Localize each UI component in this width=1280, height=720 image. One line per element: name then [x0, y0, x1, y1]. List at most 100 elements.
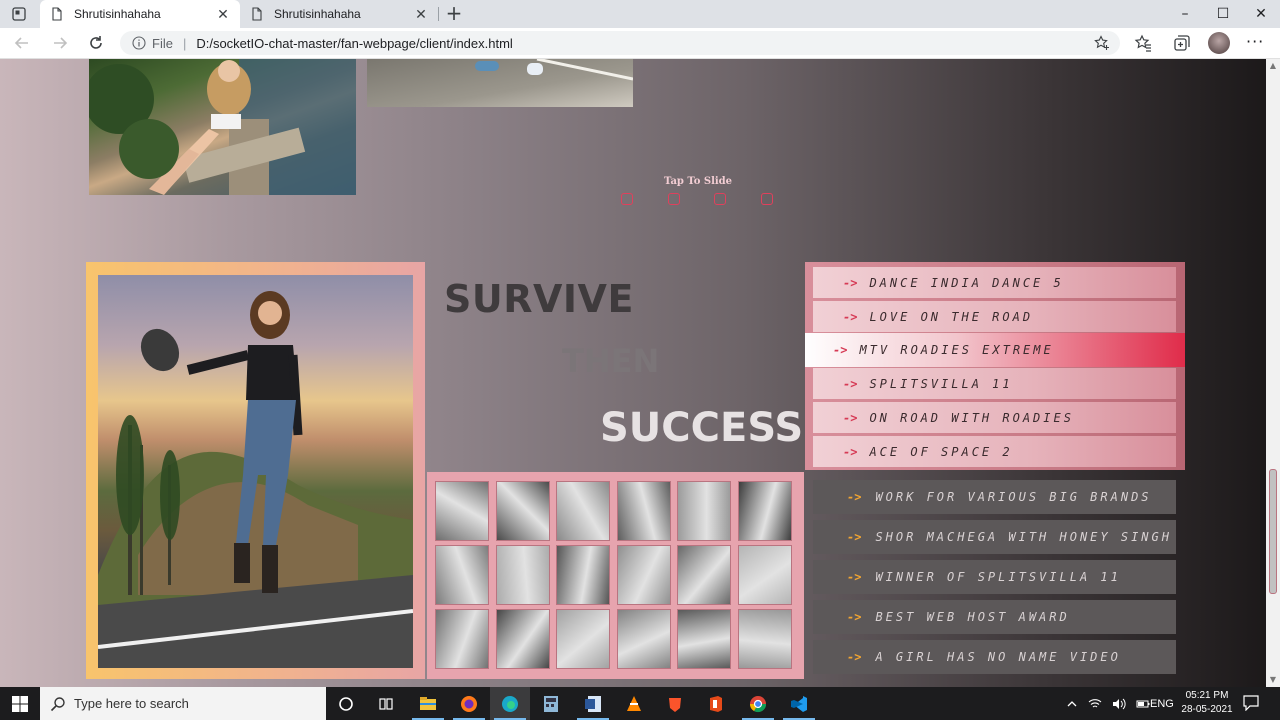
- word-icon[interactable]: [573, 687, 613, 720]
- achievement-item[interactable]: -> WORK FOR VARIOUS BIG BRANDS: [813, 480, 1176, 514]
- info-icon[interactable]: [132, 36, 146, 50]
- scroll-up-icon[interactable]: ▲: [1269, 61, 1277, 71]
- gallery-thumbnail[interactable]: [677, 545, 731, 605]
- volume-icon[interactable]: [1112, 698, 1126, 710]
- thumbnail-image: [436, 546, 488, 604]
- favorites-icon[interactable]: [1134, 34, 1152, 52]
- network-icon[interactable]: [1088, 698, 1102, 710]
- arrow-right-icon: ->: [847, 650, 862, 664]
- gallery-thumbnail[interactable]: [738, 481, 792, 541]
- show-item[interactable]: -> ON ROAD WITH ROADIES: [813, 402, 1176, 433]
- show-label: ACE OF SPACE 2: [869, 444, 1013, 459]
- document-icon: [252, 7, 262, 21]
- windows-start-icon[interactable]: [0, 687, 40, 720]
- gallery-thumbnail[interactable]: [677, 481, 731, 541]
- language-indicator[interactable]: ENG: [1150, 687, 1174, 720]
- add-favorite-icon[interactable]: [1094, 35, 1110, 51]
- tab-title: Shrutisinhahaha: [74, 7, 161, 21]
- achievement-item[interactable]: -> BEST WEB HOST AWARD: [813, 600, 1176, 634]
- headline-success: SUCCESS: [600, 405, 804, 451]
- gallery-thumbnail[interactable]: [496, 609, 550, 669]
- profile-avatar[interactable]: [1208, 32, 1230, 54]
- task-view-icon[interactable]: [366, 687, 406, 720]
- show-item[interactable]: -> ACE OF SPACE 2: [813, 436, 1176, 467]
- new-tab-button[interactable]: +: [444, 2, 464, 24]
- vscode-icon[interactable]: [779, 687, 819, 720]
- close-window-button[interactable]: ✕: [1242, 0, 1280, 28]
- chrome-icon[interactable]: [738, 687, 778, 720]
- forward-arrow-icon[interactable]: [48, 32, 72, 54]
- url-scheme: File: [152, 35, 173, 51]
- achievement-item[interactable]: -> WINNER OF SPLITSVILLA 11: [813, 560, 1176, 594]
- slider-dot-3[interactable]: [714, 193, 726, 205]
- taskbar-clock[interactable]: 05:21 PM 28-05-2021: [1176, 689, 1238, 717]
- gallery-thumbnail[interactable]: [435, 609, 489, 669]
- clock-time: 05:21 PM: [1185, 690, 1229, 701]
- url-text[interactable]: D:/socketIO-chat-master/fan-webpage/clie…: [196, 36, 512, 51]
- show-item[interactable]: -> SPLITSVILLA 11: [813, 368, 1176, 399]
- show-label: SPLITSVILLA 11: [869, 376, 1013, 391]
- firefox-icon[interactable]: [449, 687, 489, 720]
- tab-inactive[interactable]: Shrutisinhahaha ✕: [240, 0, 438, 28]
- slider-dot-2[interactable]: [668, 193, 680, 205]
- tab-close-icon[interactable]: ✕: [414, 6, 428, 23]
- gallery-thumbnail[interactable]: [738, 609, 792, 669]
- collections-icon[interactable]: [1172, 34, 1190, 52]
- gallery-thumbnail[interactable]: [556, 545, 610, 605]
- scrollbar-thumb[interactable]: [1269, 469, 1277, 594]
- achievement-item[interactable]: -> SHOR MACHEGA WITH HONEY SINGH: [813, 520, 1176, 554]
- taskbar-search-input[interactable]: Type here to search: [40, 687, 326, 720]
- tab-active[interactable]: Shrutisinhahaha ✕: [40, 0, 240, 28]
- url-separator: |: [182, 35, 187, 51]
- achievement-label: BEST WEB HOST AWARD: [875, 610, 1070, 624]
- gallery-thumbnail[interactable]: [738, 545, 792, 605]
- tab-actions-icon[interactable]: [8, 5, 30, 23]
- edge-icon[interactable]: [490, 687, 530, 720]
- page-scrollbar[interactable]: ▲ ▼: [1266, 59, 1280, 687]
- office-icon[interactable]: [696, 687, 736, 720]
- cortana-icon[interactable]: [326, 687, 366, 720]
- slider-dot-1[interactable]: [621, 193, 633, 205]
- featured-photo: [98, 275, 413, 668]
- battery-icon[interactable]: [1136, 698, 1150, 710]
- gallery-thumbnail[interactable]: [556, 609, 610, 669]
- vlc-icon[interactable]: [614, 687, 654, 720]
- brave-icon[interactable]: [655, 687, 695, 720]
- show-item[interactable]: -> MTV ROADIES EXTREME: [805, 333, 1185, 367]
- reload-icon[interactable]: [84, 32, 108, 54]
- gallery-thumbnail[interactable]: [617, 609, 671, 669]
- show-hidden-icons-icon[interactable]: [1066, 698, 1078, 710]
- arrow-right-icon: ->: [847, 530, 862, 544]
- maximize-button[interactable]: ☐: [1204, 0, 1242, 28]
- arrow-right-icon: ->: [843, 444, 858, 459]
- arrow-right-icon: ->: [847, 570, 862, 584]
- minimize-button[interactable]: –: [1166, 0, 1204, 28]
- calculator-icon[interactable]: [531, 687, 571, 720]
- file-explorer-icon[interactable]: [408, 687, 448, 720]
- gallery-thumbnail[interactable]: [617, 545, 671, 605]
- back-arrow-icon[interactable]: [10, 32, 34, 54]
- gallery-thumbnail[interactable]: [496, 481, 550, 541]
- achievement-label: SHOR MACHEGA WITH HONEY SINGH: [875, 530, 1172, 544]
- scroll-down-icon[interactable]: ▼: [1269, 675, 1277, 685]
- gallery-thumbnail[interactable]: [435, 481, 489, 541]
- notification-center-icon[interactable]: [1242, 695, 1260, 711]
- arrow-right-icon: ->: [847, 610, 862, 624]
- tap-to-slide-label: Tap To Slide: [663, 176, 733, 187]
- slider-dot-4[interactable]: [761, 193, 773, 205]
- gallery-thumbnail[interactable]: [435, 545, 489, 605]
- show-item[interactable]: -> DANCE INDIA DANCE 5: [813, 267, 1176, 298]
- system-tray: [1066, 687, 1150, 720]
- gallery-thumbnail[interactable]: [496, 545, 550, 605]
- show-item[interactable]: -> LOVE ON THE ROAD: [813, 301, 1176, 332]
- windows-taskbar: Type here to search ENG 05:21 PM 28-05-2…: [0, 687, 1280, 720]
- show-label: DANCE INDIA DANCE 5: [869, 275, 1064, 290]
- more-menu-icon[interactable]: ···: [1246, 32, 1264, 51]
- gallery-thumbnail[interactable]: [677, 609, 731, 669]
- address-bar[interactable]: File | D:/socketIO-chat-master/fan-webpa…: [120, 31, 1120, 55]
- achievement-item[interactable]: -> A GIRL HAS NO NAME VIDEO: [813, 640, 1176, 674]
- gallery-thumbnail[interactable]: [617, 481, 671, 541]
- headline-survive: SURVIVE: [444, 277, 634, 321]
- gallery-thumbnail[interactable]: [556, 481, 610, 541]
- tab-close-icon[interactable]: ✕: [216, 6, 230, 23]
